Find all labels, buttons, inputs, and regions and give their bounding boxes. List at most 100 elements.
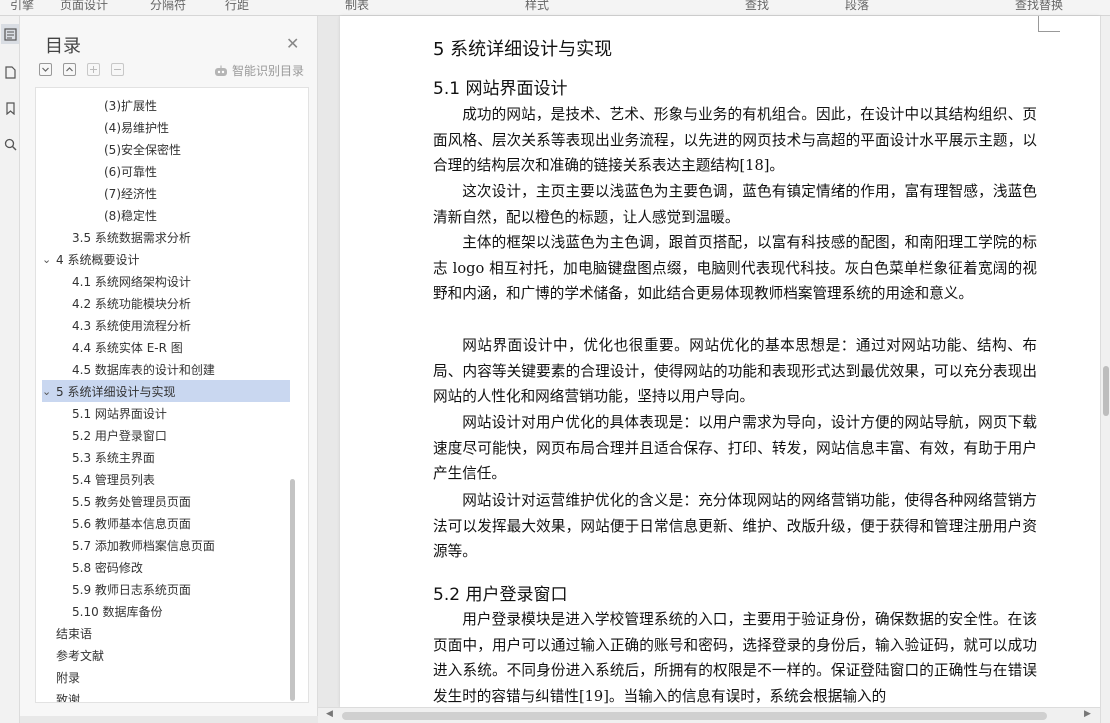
collapse-all-icon[interactable] <box>39 63 52 76</box>
chevron-down-icon[interactable]: ⌄ <box>42 253 54 266</box>
smart-toc-label: 智能识别目录 <box>232 64 305 78</box>
toc-item-label: (8)稳定性 <box>104 208 157 223</box>
toc-item[interactable]: 5.3 系统主界面 <box>42 446 290 468</box>
heading-5-1: 5.1 网站界面设计 <box>433 79 568 99</box>
toc-item-label: (6)可靠性 <box>104 164 157 179</box>
horizontal-scrollbar[interactable]: ◀ ▶ <box>318 707 1100 723</box>
toc-item[interactable]: 致谢 <box>42 688 290 703</box>
toolbar-fragment[interactable]: 段落 <box>845 0 869 13</box>
toc-item[interactable]: 4.1 系统网络架构设计 <box>42 270 290 292</box>
bookmark-icon[interactable] <box>1 98 19 118</box>
toc-item[interactable]: 结束语 <box>42 622 290 644</box>
toc-item-label: 5.6 教师基本信息页面 <box>72 516 191 531</box>
heading-chapter-5: 5 系统详细设计与实现 <box>433 39 613 60</box>
toc-item[interactable]: 5.2 用户登录窗口 <box>42 424 290 446</box>
toc-item-label: 5.1 网站界面设计 <box>72 406 167 421</box>
toc-item[interactable]: (8)稳定性 <box>42 204 290 226</box>
add-heading-icon[interactable] <box>87 63 100 76</box>
toc-item[interactable]: 5.5 教务处管理员页面 <box>42 490 290 512</box>
scroll-right-icon[interactable]: ▶ <box>1084 709 1091 719</box>
toc-item[interactable]: 4.3 系统使用流程分析 <box>42 314 290 336</box>
close-icon[interactable]: ✕ <box>286 34 299 53</box>
toc-item[interactable]: 附录 <box>42 666 290 688</box>
smart-toc-button[interactable]: 智能识别目录 <box>214 62 304 79</box>
toc-panel-title: 目录 <box>45 36 81 57</box>
heading-5-2: 5.2 用户登录窗口 <box>433 585 568 605</box>
toc-item[interactable]: 4.5 数据库表的设计和创建 <box>42 358 290 380</box>
toc-item[interactable]: 5.7 添加教师档案信息页面 <box>42 534 290 556</box>
robot-icon <box>215 65 227 76</box>
toolbar-fragment[interactable]: 行距 <box>225 0 249 13</box>
vertical-scrollbar-thumb[interactable] <box>1103 366 1109 416</box>
toc-item[interactable]: 4.2 系统功能模块分析 <box>42 292 290 314</box>
toc-item[interactable]: ⌄ 4 系统概要设计 <box>42 248 290 270</box>
toc-item-label: 5.10 数据库备份 <box>72 604 163 619</box>
remove-heading-icon[interactable] <box>111 63 124 76</box>
toc-item-label: (5)安全保密性 <box>104 142 181 157</box>
document-page[interactable]: 5 系统详细设计与实现 5.1 网站界面设计 成功的网站，是技术、艺术、形象与业… <box>340 16 1100 707</box>
toc-panel: 目录 ✕ 智能识别目录 (3)扩展性 (4)易维护性 (5)安全保密性 (6)可… <box>20 16 318 716</box>
toolbar-fragment[interactable]: 制表 <box>345 0 369 13</box>
left-icon-rail <box>0 16 20 723</box>
toc-item-label: 5.8 密码修改 <box>72 560 143 575</box>
toc-item-label: 5.2 用户登录窗口 <box>72 428 167 443</box>
toc-item[interactable]: 3.5 系统数据需求分析 <box>42 226 290 248</box>
toc-item-label: 结束语 <box>56 626 93 641</box>
toc-item[interactable]: (4)易维护性 <box>42 116 290 138</box>
top-toolbar: 引擎 页面设计 分隔符 行距 制表 样式 查找 段落 查找替换 <box>0 0 1110 16</box>
paragraph: 用户登录模块是进入学校管理系统的入口，主要用于验证身份，确保数据的安全性。在该页… <box>433 611 1037 705</box>
toc-item[interactable]: 5.4 管理员列表 <box>42 468 290 490</box>
search-icon[interactable] <box>1 134 19 154</box>
toc-item-label: 4.4 系统实体 E-R 图 <box>72 340 183 355</box>
paragraph: 这次设计，主页主要以浅蓝色为主要色调，蓝色有镇定情绪的作用，富有理智感，浅蓝色清… <box>433 183 1037 226</box>
toc-item-label: 5.3 系统主界面 <box>72 450 155 465</box>
paragraph: 网站界面设计中，优化也很重要。网站优化的基本思想是：通过对网站功能、结构、布局、… <box>433 337 1037 406</box>
toc-item-label: 致谢 <box>56 692 81 703</box>
toc-item-label: 5.7 添加教师档案信息页面 <box>72 538 215 553</box>
toc-item-label: 4.5 数据库表的设计和创建 <box>72 362 215 377</box>
toolbar-fragment[interactable]: 查找 <box>745 0 769 13</box>
toc-item[interactable]: 5.1 网站界面设计 <box>42 402 290 424</box>
toc-item-label: 5.4 管理员列表 <box>72 472 155 487</box>
toc-item[interactable]: (5)安全保密性 <box>42 138 290 160</box>
toc-item-label: 附录 <box>56 670 81 685</box>
toc-item-label: 3.5 系统数据需求分析 <box>72 230 191 245</box>
toolbar-fragment[interactable]: 引擎 <box>10 0 34 13</box>
toc-item[interactable]: 5.6 教师基本信息页面 <box>42 512 290 534</box>
expand-all-icon[interactable] <box>63 63 76 76</box>
toolbar-fragment[interactable]: 页面设计 <box>60 0 108 13</box>
chevron-down-icon[interactable]: ⌄ <box>42 385 54 398</box>
toc-list: (3)扩展性 (4)易维护性 (5)安全保密性 (6)可靠性 (7)经济性 (8… <box>35 87 309 703</box>
crop-mark <box>1038 16 1060 32</box>
toc-item[interactable]: 5.9 教师日志系统页面 <box>42 578 290 600</box>
toc-scrollbar[interactable] <box>290 479 295 701</box>
toc-item-selected[interactable]: ⌄ 5 系统详细设计与实现 <box>42 380 290 402</box>
toc-icon[interactable] <box>1 24 19 44</box>
paragraph: 主体的框架以浅蓝色为主色调，跟首页搭配，以富有科技感的配图，和南阳理工学院的标志… <box>433 234 1037 303</box>
toc-item[interactable]: 参考文献 <box>42 644 290 666</box>
toc-item-label: 5 系统详细设计与实现 <box>56 384 176 399</box>
toc-item-label: 参考文献 <box>56 648 105 663</box>
toolbar-fragment[interactable]: 查找替换 <box>1015 0 1063 13</box>
paragraph: 网站设计对运营维护优化的含义是：充分体现网站的网络营销功能，使得各种网络营销方法… <box>433 492 1037 561</box>
toc-item-label: (4)易维护性 <box>104 120 169 135</box>
toc-item-label: (3)扩展性 <box>104 98 157 113</box>
paragraph: 成功的网站，是技术、艺术、形象与业务的有机组合。因此，在设计中以其结构组织、页面… <box>433 106 1037 175</box>
toc-item-label: 4 系统概要设计 <box>56 252 140 267</box>
toc-item[interactable]: (6)可靠性 <box>42 160 290 182</box>
toc-item-label: (7)经济性 <box>104 186 157 201</box>
toolbar-fragment[interactable]: 分隔符 <box>150 0 186 13</box>
toc-item[interactable]: 4.4 系统实体 E-R 图 <box>42 336 290 358</box>
toolbar-fragment[interactable]: 样式 <box>525 0 549 13</box>
scroll-left-icon[interactable]: ◀ <box>326 709 333 719</box>
toc-item[interactable]: 5.10 数据库备份 <box>42 600 290 622</box>
horizontal-scrollbar-thumb[interactable] <box>342 712 1047 720</box>
toc-item[interactable]: 5.8 密码修改 <box>42 556 290 578</box>
toc-item-label: 5.9 教师日志系统页面 <box>72 582 191 597</box>
vertical-scrollbar[interactable] <box>1100 16 1110 723</box>
page-icon[interactable] <box>1 62 19 82</box>
toc-item[interactable]: (7)经济性 <box>42 182 290 204</box>
toc-item-label: 4.3 系统使用流程分析 <box>72 318 191 333</box>
toc-item[interactable]: (3)扩展性 <box>42 94 290 116</box>
toc-item-label: 4.1 系统网络架构设计 <box>72 274 191 289</box>
